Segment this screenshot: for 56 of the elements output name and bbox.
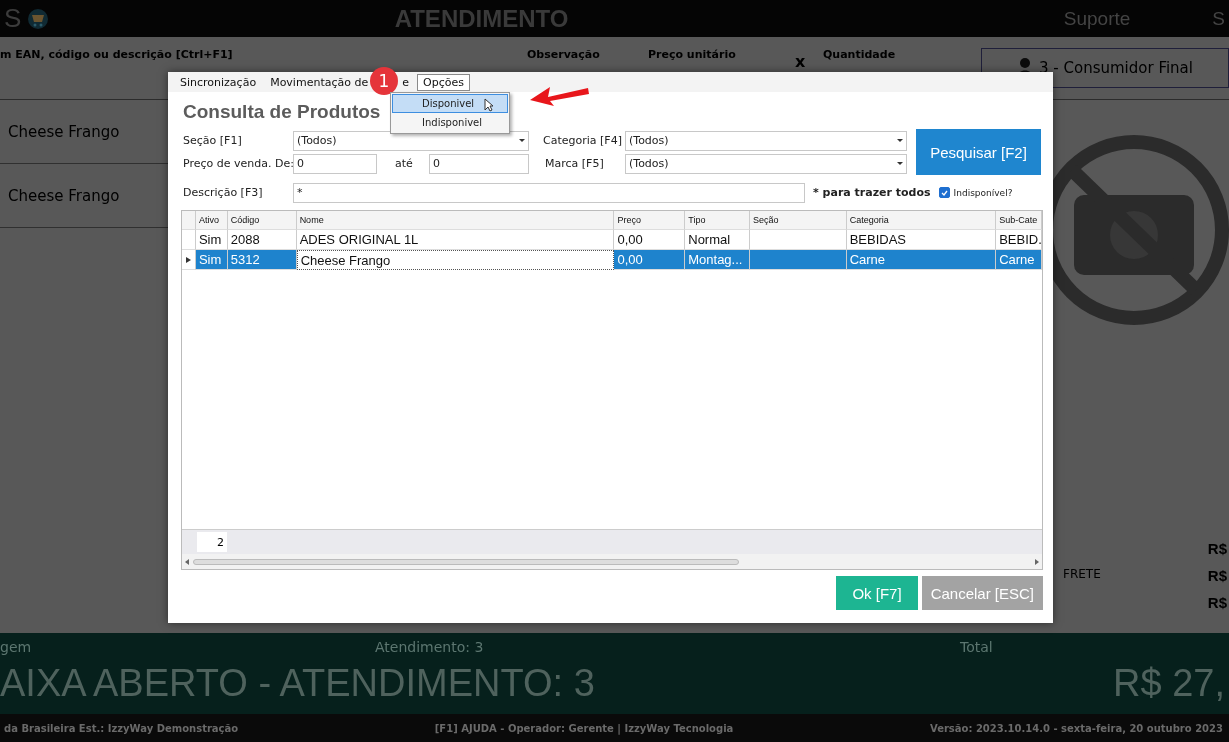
table-row[interactable]: Sim 5312 Cheese Frango 0,00 Montag... Carne Carne bbox=[182, 250, 1042, 270]
table-cell: 5312 bbox=[227, 250, 297, 270]
multiply-sign: x bbox=[795, 52, 807, 71]
field-label: Seção [F1] bbox=[182, 134, 243, 147]
price-to-field[interactable]: 0 bbox=[429, 153, 529, 174]
field-label: Descrição [F3] bbox=[182, 186, 264, 199]
total-value: R$ bbox=[1207, 567, 1227, 584]
dialog-title: Consulta de Produtos bbox=[183, 101, 381, 123]
status-label: gem bbox=[0, 638, 33, 653]
section-select[interactable]: (Todos) bbox=[293, 130, 529, 151]
menu-item[interactable]: Opções bbox=[417, 73, 470, 91]
row-pointer-icon bbox=[185, 256, 191, 263]
field-label: Marca [F5] bbox=[544, 157, 605, 170]
field-label: Observação bbox=[527, 48, 600, 61]
total-amount: R$ 27, bbox=[1113, 662, 1225, 705]
table-cell: Sim bbox=[195, 250, 228, 270]
description-field[interactable]: * bbox=[293, 182, 805, 203]
table-cell: Cheese Frango bbox=[296, 250, 615, 270]
field-label: Categoria [F4] bbox=[542, 134, 623, 147]
table-cell: Carne bbox=[846, 250, 997, 270]
table-row[interactable]: Sim 2088 ADES ORIGINAL 1L 0,00 Normal BEBIDAS BEBID. bbox=[182, 230, 1042, 250]
hint-text: * para trazer todos bbox=[813, 186, 931, 199]
table-cell: Carne bbox=[996, 250, 1042, 270]
menu-option[interactable]: Disponivel bbox=[392, 94, 508, 113]
search-button[interactable]: Pesquisar [F2] bbox=[916, 129, 1041, 175]
scroll-left-icon[interactable] bbox=[185, 558, 189, 565]
status-message: AIXA ABERTO - ATENDIMENTO: 3 bbox=[0, 662, 596, 705]
field-label: m EAN, código ou descrição [Ctrl+F1] bbox=[0, 48, 233, 61]
cursor-icon bbox=[484, 98, 494, 112]
status-label: Atendimento: 3 bbox=[375, 638, 485, 653]
unavailable-checkbox[interactable] bbox=[938, 187, 950, 198]
total-value: R$ bbox=[1207, 540, 1227, 557]
price-from-field[interactable]: 0 bbox=[293, 153, 377, 174]
field-label: Preço de venda. De: bbox=[182, 157, 293, 170]
field-label: Preço unitário bbox=[648, 48, 736, 61]
menu-item[interactable]: Sincronização bbox=[174, 73, 263, 91]
total-value: R$ bbox=[1207, 594, 1227, 611]
menu-option[interactable]: Indisponivel bbox=[392, 113, 508, 132]
field-label: Quantidade bbox=[823, 48, 896, 61]
status-label: Total bbox=[960, 638, 994, 653]
checkbox-label: Indisponível? bbox=[953, 187, 1013, 198]
field-label: até bbox=[394, 157, 414, 170]
footer-text: Versão: 2023.10.14.0 - sexta-feira, 20 outubro 2023 bbox=[929, 722, 1223, 734]
table-cell: 0,00 bbox=[614, 250, 686, 270]
scroll-right-icon[interactable] bbox=[1035, 558, 1039, 565]
row-count: 2 bbox=[197, 532, 227, 552]
horizontal-scrollbar[interactable] bbox=[182, 554, 1042, 569]
footer-text: da Brasileira Est.: IzzyWay Demonstração bbox=[4, 722, 239, 734]
brand-select[interactable]: (Todos) bbox=[625, 153, 907, 174]
category-select[interactable]: (Todos) bbox=[625, 130, 907, 151]
footer-text: [F1] AJUDA - Operador: Gerente | IzzyWay Tecnologia bbox=[434, 722, 734, 734]
total-label: FRETE bbox=[1063, 567, 1101, 583]
arrow-icon bbox=[528, 84, 590, 108]
table-cell: Montag... bbox=[685, 250, 750, 270]
cart-icon bbox=[27, 7, 50, 30]
step-badge: 1 bbox=[370, 67, 398, 95]
